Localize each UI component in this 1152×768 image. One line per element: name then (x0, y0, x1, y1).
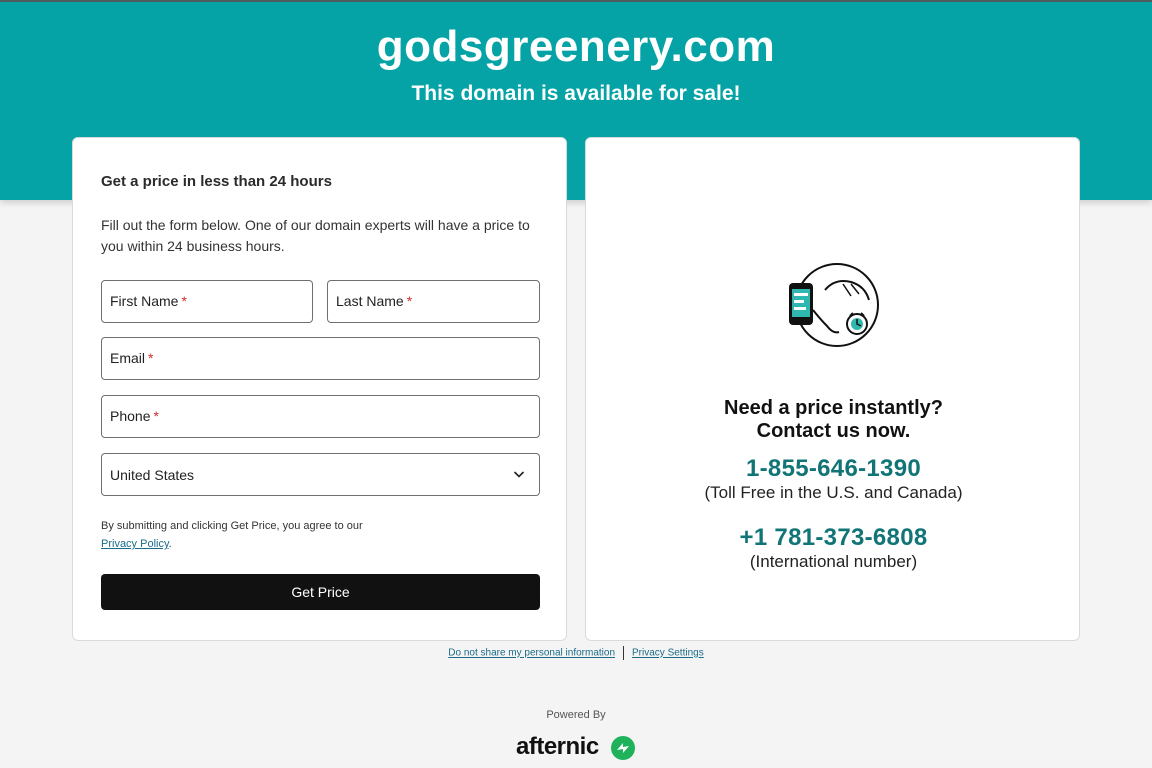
brand-name: afternic (516, 733, 599, 760)
privacy-policy-link[interactable]: Privacy Policy (101, 538, 169, 550)
country-select[interactable]: United States (101, 453, 540, 496)
consent-text: By submitting and clicking Get Price, yo… (101, 520, 363, 550)
toll-free-phone-link[interactable]: 1-855-646-1390 (586, 455, 1081, 483)
last-name-field[interactable]: Last Name * (327, 280, 540, 323)
toll-free-note: (Toll Free in the U.S. and Canada) (704, 483, 963, 502)
afternic-logo-icon (611, 736, 635, 760)
last-name-label: Last Name * (336, 293, 413, 309)
chevron-down-icon (513, 471, 525, 478)
required-mark: * (406, 293, 413, 309)
price-form-card: Get a price in less than 24 hours Fill o… (72, 137, 567, 641)
form-description: Fill out the form below. One of our doma… (101, 217, 530, 254)
email-field[interactable]: Email * (101, 337, 540, 380)
privacy-settings-link[interactable]: Privacy Settings (632, 648, 704, 659)
footer-divider (623, 646, 625, 660)
afternic-brand[interactable]: afternic (516, 733, 638, 765)
required-mark: * (181, 293, 187, 309)
footer-links: Do not share my personal information Priv… (0, 646, 1152, 660)
get-price-button[interactable]: Get Price (101, 574, 540, 610)
phone-field[interactable]: Phone * (101, 395, 540, 438)
domain-title: godsgreenery.com (376, 22, 776, 71)
email-label: Email * (110, 350, 154, 366)
do-not-share-link[interactable]: Do not share my personal information (448, 648, 615, 659)
powered-by-label: Powered By (546, 709, 606, 721)
instant-price-heading: Need a price instantly? Contact us now. (724, 397, 943, 442)
first-name-label: First Name * (110, 293, 187, 309)
contact-card: Need a price instantly? Contact us now. … (585, 137, 1080, 641)
form-heading: Get a price in less than 24 hours (101, 173, 332, 190)
first-name-field[interactable]: First Name * (101, 280, 313, 323)
required-mark: * (148, 350, 154, 366)
international-note: (International number) (749, 552, 918, 571)
sale-subtitle: This domain is available for sale! (411, 82, 741, 105)
country-value: United States (110, 467, 195, 483)
international-phone-link[interactable]: +1 781-373-6808 (586, 524, 1081, 552)
phone-label: Phone * (110, 408, 159, 424)
required-mark: * (153, 408, 159, 424)
phone-support-icon (789, 263, 879, 347)
